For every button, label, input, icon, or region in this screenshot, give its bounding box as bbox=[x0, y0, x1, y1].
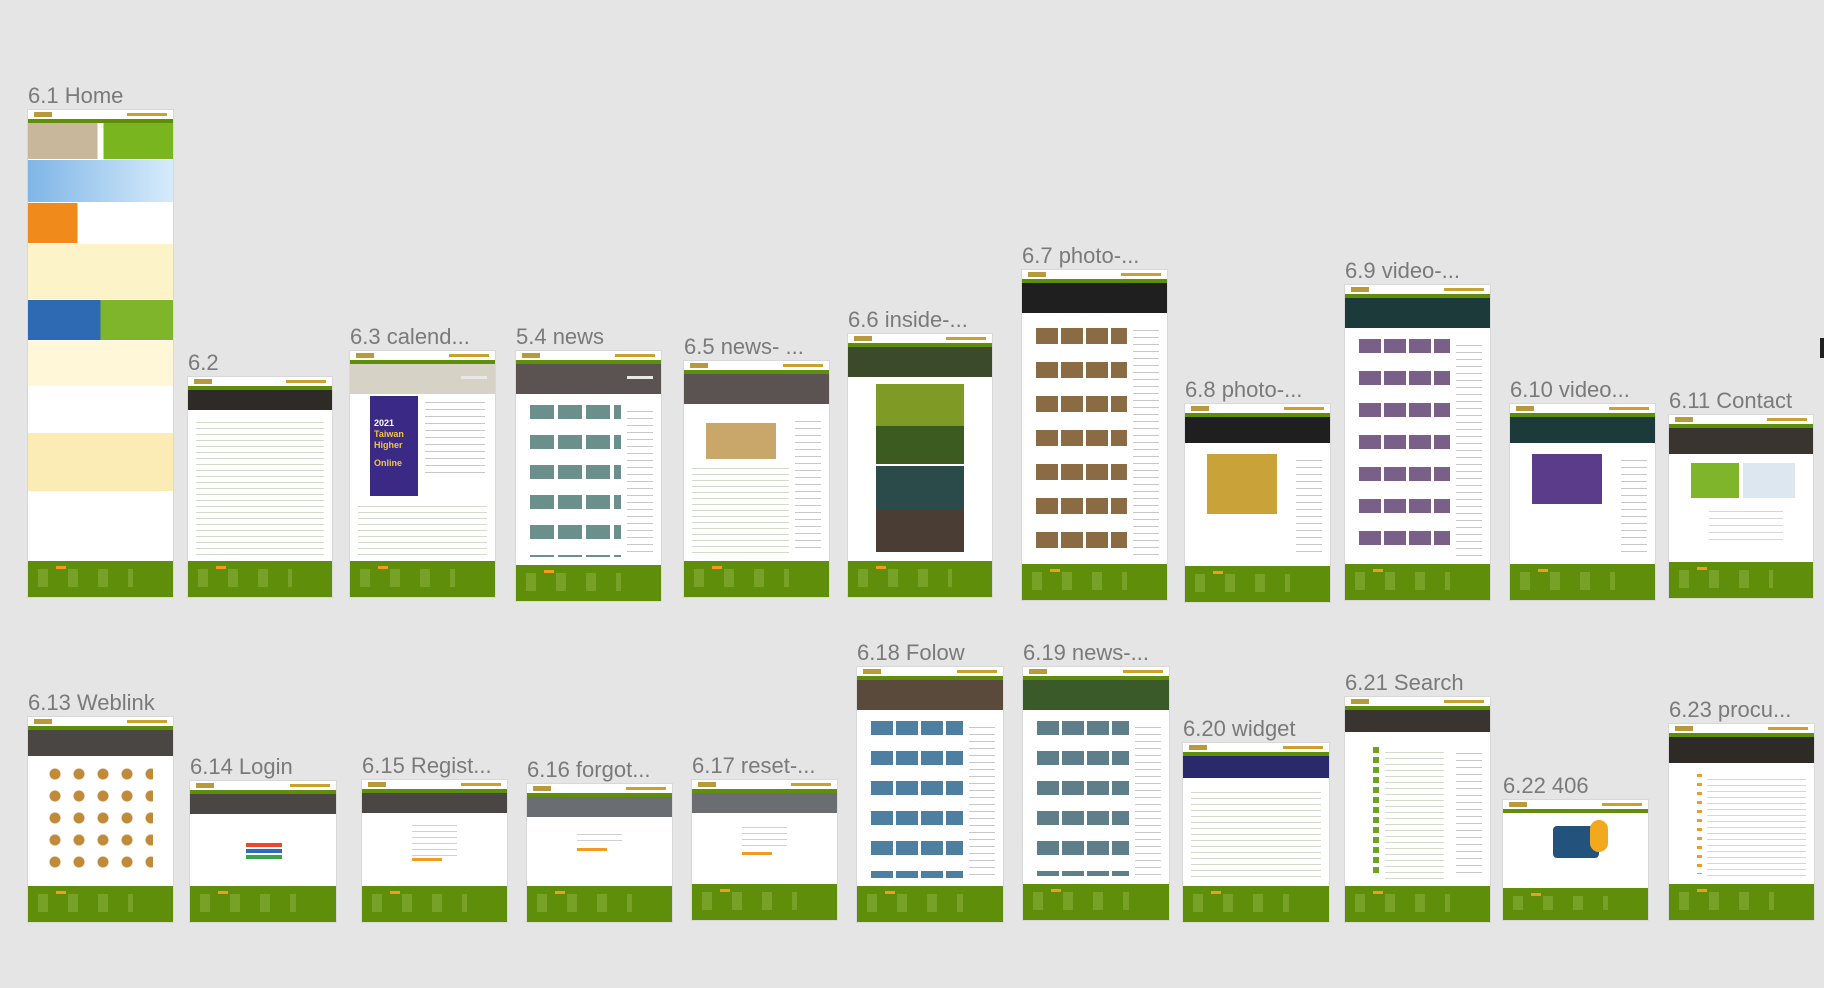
frame-thumbnail[interactable] bbox=[1669, 724, 1814, 920]
frame-thumbnail[interactable] bbox=[527, 784, 672, 922]
frame-label[interactable]: 5.4 news bbox=[516, 324, 604, 350]
frame-thumbnail[interactable] bbox=[692, 780, 837, 920]
frame-thumbnail[interactable] bbox=[190, 781, 336, 922]
thumb-hero bbox=[28, 123, 173, 159]
frame-photo-detail[interactable]: 6.8 photo-... bbox=[1185, 377, 1330, 602]
frame-thumbnail[interactable] bbox=[1345, 285, 1490, 600]
frame-label[interactable]: 6.9 video-... bbox=[1345, 258, 1460, 284]
frame-label[interactable]: 6.11 Contact bbox=[1669, 388, 1792, 414]
frame-label[interactable]: 6.7 photo-... bbox=[1022, 243, 1139, 269]
frame-calendar[interactable]: 6.3 calend... 2021 Taiwan Higher Online bbox=[350, 324, 495, 597]
frame-thumbnail[interactable] bbox=[684, 361, 829, 597]
frame-label[interactable]: 6.1 Home bbox=[28, 83, 123, 109]
poster-text: Higher bbox=[374, 440, 403, 450]
frame-thumbnail[interactable] bbox=[28, 717, 173, 922]
frame-label[interactable]: 6.23 procu... bbox=[1669, 697, 1791, 723]
frame-label[interactable]: 6.17 reset-... bbox=[692, 753, 816, 779]
poster-year: 2021 bbox=[374, 418, 395, 428]
frame-thumbnail[interactable] bbox=[1510, 404, 1655, 600]
frame-news-detail[interactable]: 6.5 news- ... bbox=[684, 334, 829, 597]
frame-procurement[interactable]: 6.23 procu... bbox=[1669, 697, 1814, 920]
thumb-section bbox=[28, 300, 173, 340]
frame-weblink[interactable]: 6.13 Weblink bbox=[28, 690, 173, 922]
poster-text: Taiwan bbox=[374, 429, 404, 439]
frame-news[interactable]: 5.4 news bbox=[516, 324, 661, 601]
frame-photo[interactable]: 6.7 photo-... bbox=[1022, 243, 1167, 600]
frame-label[interactable]: 6.8 photo-... bbox=[1185, 377, 1302, 403]
frame-thumbnail[interactable] bbox=[188, 377, 332, 597]
frame-label[interactable]: 6.3 calend... bbox=[350, 324, 470, 350]
frame-follow[interactable]: 6.18 Folow bbox=[857, 640, 1003, 922]
offscreen-frame-edge bbox=[1820, 338, 1824, 358]
frame-video[interactable]: 6.9 video-... bbox=[1345, 258, 1490, 600]
frame-contact[interactable]: 6.11 Contact bbox=[1669, 388, 1813, 598]
frame-label[interactable]: 6.5 news- ... bbox=[684, 334, 804, 360]
frame-thumbnail[interactable]: 2021 Taiwan Higher Online bbox=[350, 351, 495, 597]
thumb-section bbox=[28, 387, 173, 432]
frame-register[interactable]: 6.15 Regist... bbox=[362, 753, 507, 922]
frame-thumbnail[interactable] bbox=[1503, 800, 1648, 920]
frame-thumbnail[interactable] bbox=[1185, 404, 1330, 602]
frame-thumbnail[interactable] bbox=[1023, 667, 1169, 920]
thumb-footer bbox=[28, 561, 173, 597]
frame-thumbnail[interactable] bbox=[1345, 697, 1490, 922]
frame-thumbnail[interactable] bbox=[1022, 270, 1167, 600]
frame-thumbnail[interactable] bbox=[848, 334, 992, 597]
frame-label[interactable]: 6.13 Weblink bbox=[28, 690, 155, 716]
thumb-header bbox=[28, 110, 173, 119]
error-illustration-figure bbox=[1590, 820, 1608, 852]
frame-label[interactable]: 6.6 inside-... bbox=[848, 307, 968, 333]
frame-news-2[interactable]: 6.19 news-... bbox=[1023, 640, 1169, 920]
frame-6-2[interactable]: 6.2 bbox=[188, 350, 332, 597]
frame-label[interactable]: 6.14 Login bbox=[190, 754, 293, 780]
frame-forgot[interactable]: 6.16 forgot... bbox=[527, 757, 672, 922]
frame-inside[interactable]: 6.6 inside-... bbox=[848, 307, 992, 597]
frame-widget[interactable]: 6.20 widget bbox=[1183, 716, 1329, 922]
frame-label[interactable]: 6.18 Folow bbox=[857, 640, 965, 666]
frame-label[interactable]: 6.19 news-... bbox=[1023, 640, 1149, 666]
frame-label[interactable]: 6.16 forgot... bbox=[527, 757, 651, 783]
frame-thumbnail[interactable] bbox=[362, 780, 507, 922]
thumb-section bbox=[28, 244, 173, 299]
frame-thumbnail[interactable] bbox=[516, 351, 661, 601]
thumb-section bbox=[28, 203, 173, 243]
poster-text: Online bbox=[374, 458, 403, 468]
thumb-section bbox=[28, 160, 173, 202]
frame-video-detail[interactable]: 6.10 video... bbox=[1510, 377, 1655, 600]
frame-reset[interactable]: 6.17 reset-... bbox=[692, 753, 837, 920]
frame-406[interactable]: 6.22 406 bbox=[1503, 773, 1648, 920]
frame-label[interactable]: 6.2 bbox=[188, 350, 219, 376]
frame-home[interactable]: 6.1 Home bbox=[28, 83, 173, 597]
frame-search[interactable]: 6.21 Search bbox=[1345, 670, 1490, 922]
frame-thumbnail[interactable] bbox=[1669, 415, 1813, 598]
frame-thumbnail[interactable] bbox=[28, 110, 173, 597]
thumb-section bbox=[28, 433, 173, 491]
frame-label[interactable]: 6.15 Regist... bbox=[362, 753, 492, 779]
frame-label[interactable]: 6.21 Search bbox=[1345, 670, 1464, 696]
frame-label[interactable]: 6.10 video... bbox=[1510, 377, 1630, 403]
thumb-section bbox=[28, 341, 173, 386]
frame-login[interactable]: 6.14 Login bbox=[190, 754, 336, 922]
event-poster: 2021 Taiwan Higher Online bbox=[370, 396, 418, 496]
frame-thumbnail[interactable] bbox=[857, 667, 1003, 922]
frame-label[interactable]: 6.22 406 bbox=[1503, 773, 1589, 799]
frame-label[interactable]: 6.20 widget bbox=[1183, 716, 1296, 742]
frame-thumbnail[interactable] bbox=[1183, 743, 1329, 922]
